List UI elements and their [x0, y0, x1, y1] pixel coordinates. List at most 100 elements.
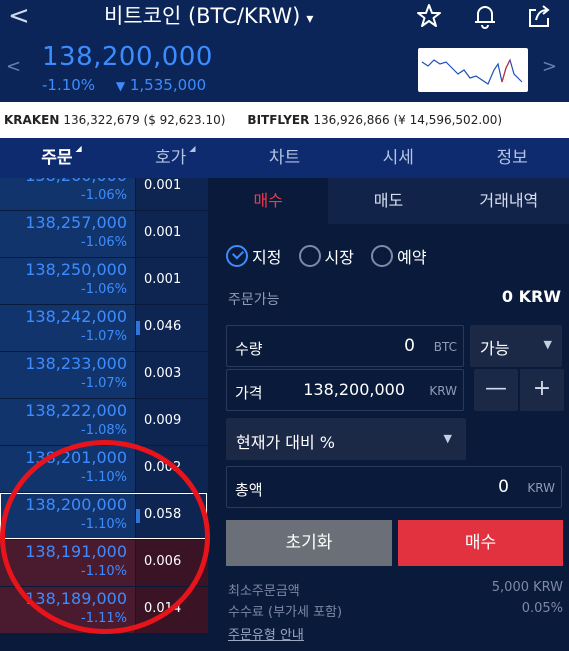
caret-down-icon: ▼ [543, 338, 552, 351]
tab-info[interactable]: 정보 [455, 138, 569, 178]
tab-order-label: 주문 [41, 148, 73, 168]
orderbook-price-cell: 138,222,000 -1.08% [0, 399, 135, 445]
orderbook-qty: 0.046 [144, 319, 182, 334]
orderbook-qty-cell: 0.001 [136, 211, 208, 257]
orderbook-row[interactable]: 138,257,000 -1.06% 0.001 [0, 211, 208, 257]
orderbook-row[interactable]: 138,233,000 -1.07% 0.003 [0, 352, 208, 398]
price-summary: < 138,200,000 -1.10% ▼ 1,535,000 > [0, 36, 569, 102]
orderbook-qty: 0.001 [144, 225, 182, 240]
star-icon[interactable] [416, 2, 442, 30]
change-amount: 1,535,000 [129, 76, 207, 94]
reset-button[interactable]: 초기화 [226, 520, 392, 566]
subtab-sell[interactable]: 매도 [328, 178, 448, 224]
current-price-highlight [0, 493, 207, 539]
orderbook-row[interactable]: 138,242,000 -1.07% 0.046 [0, 305, 208, 351]
orderbook-price: 138,233,000 [25, 354, 127, 373]
corner-icon: ◢ [189, 144, 196, 153]
orderbook-qty-cell: 0.001 [136, 178, 208, 210]
available-value: 0 KRW [501, 287, 561, 306]
main-tabs: 주문 ◢ 호가 ◢ 차트 시세 정보 [0, 138, 569, 178]
orderbook-qty: 0.002 [144, 460, 182, 475]
orderbook-price-cell: 138,260,000 -1.06% [0, 178, 135, 210]
price-plus-button[interactable]: + [520, 369, 564, 411]
orderbook-price: 138,260,000 [25, 178, 127, 185]
orderbook-qty-cell: 0.002 [136, 446, 208, 492]
orderbook-price-cell: 138,242,000 -1.07% [0, 305, 135, 351]
orderbook-qty-cell: 0.009 [136, 399, 208, 445]
orderbook: 138,260,000 -1.06% 0.001 138,257,000 -1.06% 0… [0, 178, 208, 651]
caret-down-icon: ▼ [443, 432, 452, 445]
fee-label: 수수료 (부가세 포함) [228, 605, 343, 620]
price-unit: KRW [429, 384, 457, 398]
prev-market-icon[interactable]: < [6, 56, 21, 77]
orderbook-percent: -1.11% [81, 611, 127, 626]
total-value: 0 [498, 477, 509, 497]
order-type-reserve[interactable]: 예약 [371, 244, 427, 268]
price-label: 가격 [235, 384, 263, 402]
bell-icon[interactable] [472, 2, 498, 30]
orderbook-row[interactable]: 138,200,000 -1.10% 0.058 [0, 493, 208, 539]
orderbook-percent: -1.08% [81, 423, 127, 438]
orderbook-row[interactable]: 138,189,000 -1.11% 0.014 [0, 587, 208, 633]
orderbook-percent: -1.10% [81, 564, 127, 579]
order-type-guide-link[interactable]: 주문유형 안내 [228, 624, 304, 643]
market-title[interactable]: 비트코인 (BTC/KRW) ▾ [104, 2, 313, 33]
price-field[interactable]: 가격 138,200,000 KRW [226, 369, 464, 411]
order-type-market[interactable]: 시장 [298, 244, 354, 268]
tab-orderbook[interactable]: 호가 ◢ [114, 138, 228, 178]
tab-info-label: 정보 [496, 148, 528, 168]
subtab-history[interactable]: 거래내역 [449, 178, 569, 224]
ratio-dropdown[interactable]: 현재가 대비 % ▼ [226, 418, 466, 460]
min-order-row: 최소주문금액 5,000 KRW [228, 580, 563, 599]
ratio-dropdown-value: 현재가 대비 % [236, 433, 335, 452]
min-order-value: 5,000 KRW [491, 580, 563, 595]
order-type-limit-label: 지정 [252, 248, 282, 267]
orderbook-percent: -1.07% [81, 329, 127, 344]
orderbook-price-cell: 138,257,000 -1.06% [0, 211, 135, 257]
quantity-select[interactable]: 가능 ▼ [470, 325, 562, 367]
exchange-value-bitflyer: 136,926,866 (¥ 14,596,502.00) [313, 113, 503, 127]
change-percent: -1.10% [42, 76, 96, 94]
order-subtabs: 매수 매도 거래내역 [208, 178, 569, 224]
price-value: 138,200,000 [303, 380, 405, 399]
orderbook-price: 138,222,000 [25, 401, 127, 420]
tab-chart[interactable]: 차트 [228, 138, 342, 178]
orderbook-price: 138,250,000 [25, 260, 127, 279]
order-type-limit[interactable]: 지정 [226, 244, 281, 268]
order-type-group: 지정 시장 예약 [226, 244, 439, 268]
next-market-icon[interactable]: > [542, 56, 557, 77]
quantity-field[interactable]: 수량 0 BTC [226, 325, 464, 367]
orderbook-qty: 0.009 [144, 413, 182, 428]
orderbook-row[interactable]: 138,260,000 -1.06% 0.001 [0, 178, 208, 210]
price-change: -1.10% ▼ 1,535,000 [42, 76, 206, 94]
tab-chart-label: 차트 [268, 148, 301, 168]
orderbook-price: 138,189,000 [25, 589, 127, 608]
orderbook-qty: 0.014 [144, 601, 182, 616]
orderbook-row[interactable]: 138,201,000 -1.10% 0.002 [0, 446, 208, 492]
orderbook-price-cell: 138,189,000 -1.11% [0, 587, 135, 633]
subtab-buy[interactable]: 매수 [208, 178, 329, 224]
current-price: 138,200,000 [42, 42, 213, 72]
tab-order[interactable]: 주문 ◢ [0, 138, 114, 178]
top-bar: < 비트코인 (BTC/KRW) ▾ [0, 0, 569, 36]
orderbook-qty-cell: 0.001 [136, 258, 208, 304]
buy-button[interactable]: 매수 [398, 520, 563, 566]
min-order-label: 최소주문금액 [228, 584, 300, 599]
sparkline-chart[interactable] [418, 48, 528, 92]
exchange-name-kraken: KRAKEN [4, 113, 60, 127]
tab-quotes[interactable]: 시세 [341, 138, 455, 178]
total-field[interactable]: 총액 0 KRW [226, 466, 562, 508]
orderbook-price-cell: 138,191,000 -1.10% [0, 540, 135, 586]
price-minus-button[interactable]: — [474, 369, 518, 411]
exchange-ticker: KRAKEN 136,322,679 ($ 92,623.10) BITFLYER 1… [0, 102, 569, 138]
total-label: 총액 [235, 481, 263, 499]
orderbook-qty-cell: 0.003 [136, 352, 208, 398]
back-icon[interactable]: < [8, 2, 30, 30]
share-icon[interactable] [526, 2, 552, 30]
caret-down-icon: ▾ [306, 11, 314, 27]
available-label: 주문가능 [228, 292, 280, 308]
orderbook-volume-bar [136, 321, 140, 335]
orderbook-row[interactable]: 138,191,000 -1.10% 0.006 [0, 540, 208, 586]
orderbook-row[interactable]: 138,222,000 -1.08% 0.009 [0, 399, 208, 445]
orderbook-row[interactable]: 138,250,000 -1.06% 0.001 [0, 258, 208, 304]
